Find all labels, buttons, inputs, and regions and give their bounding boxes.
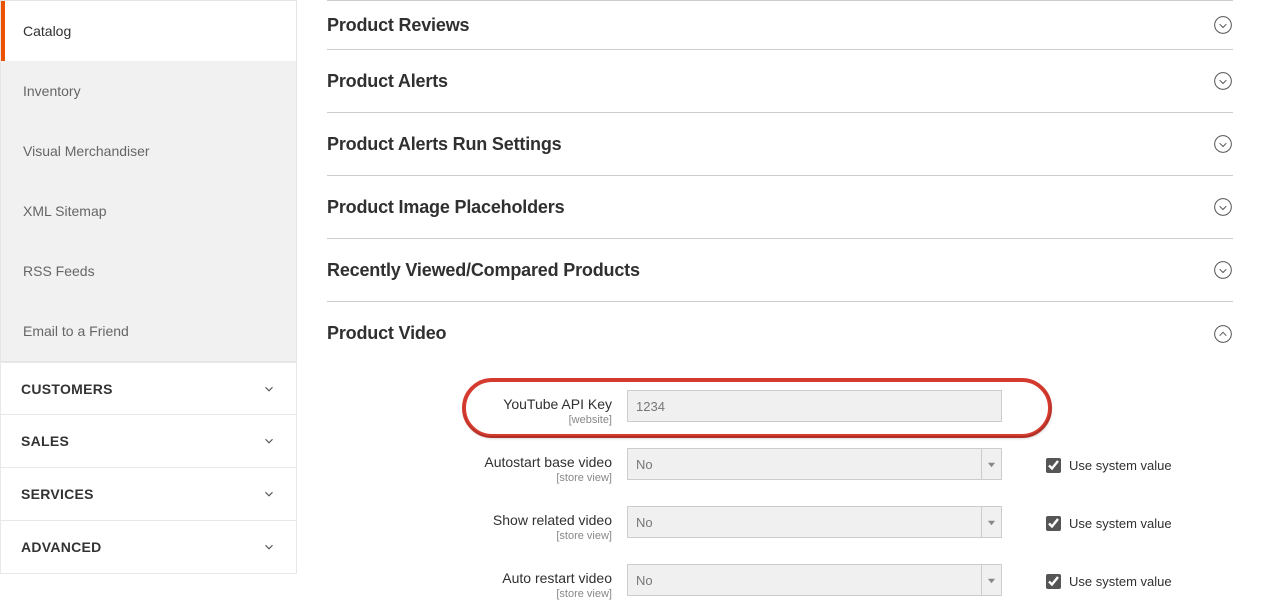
chevron-down-circle-icon bbox=[1213, 197, 1233, 217]
sidebar-item-visual-merchandiser[interactable]: Visual Merchandiser bbox=[1, 121, 296, 181]
use-system-value-restart[interactable]: Use system value bbox=[1042, 564, 1172, 592]
section-title: Product Video bbox=[327, 323, 446, 344]
label-scope: [store view] bbox=[327, 472, 612, 484]
chevron-down-circle-icon bbox=[1213, 15, 1233, 35]
select-value: No bbox=[636, 573, 653, 588]
section-title: Product Reviews bbox=[327, 15, 469, 36]
section-product-image-placeholders[interactable]: Product Image Placeholders bbox=[327, 176, 1233, 239]
autostart-select[interactable]: No bbox=[627, 448, 1002, 480]
chevron-down-circle-icon bbox=[1213, 260, 1233, 280]
sidebar-subnav: Catalog Inventory Visual Merchandiser XM… bbox=[0, 0, 297, 362]
chevron-down-icon bbox=[262, 540, 276, 554]
dropdown-icon bbox=[981, 449, 1001, 479]
sidebar-group-label: SERVICES bbox=[21, 486, 94, 502]
select-value: No bbox=[636, 515, 653, 530]
chevron-down-icon bbox=[262, 382, 276, 396]
chevron-down-icon bbox=[262, 487, 276, 501]
chevron-down-circle-icon bbox=[1213, 134, 1233, 154]
form-row-youtube-api-key: YouTube API Key [website] bbox=[327, 390, 1233, 426]
sidebar-item-catalog[interactable]: Catalog bbox=[1, 1, 296, 61]
sidebar-item-rss-feeds[interactable]: RSS Feeds bbox=[1, 241, 296, 301]
use-system-value-label: Use system value bbox=[1069, 574, 1172, 589]
section-title: Recently Viewed/Compared Products bbox=[327, 260, 640, 281]
product-video-form: YouTube API Key [website] Autostart base… bbox=[327, 390, 1233, 600]
section-product-alerts[interactable]: Product Alerts bbox=[327, 50, 1233, 113]
sidebar-group-advanced[interactable]: ADVANCED bbox=[0, 521, 297, 574]
sidebar-groups: CUSTOMERS SALES SERVICES ADVANCED bbox=[0, 362, 297, 574]
sidebar: Catalog Inventory Visual Merchandiser XM… bbox=[0, 0, 297, 616]
sidebar-item-xml-sitemap[interactable]: XML Sitemap bbox=[1, 181, 296, 241]
form-row-show-related-video: Show related video [store view] No Use s… bbox=[327, 506, 1233, 542]
form-row-autostart-base-video: Autostart base video [store view] No Use… bbox=[327, 448, 1233, 484]
use-system-value-related[interactable]: Use system value bbox=[1042, 506, 1172, 534]
dropdown-icon bbox=[981, 565, 1001, 595]
use-system-value-checkbox[interactable] bbox=[1046, 458, 1061, 473]
form-row-auto-restart-video: Auto restart video [store view] No Use s… bbox=[327, 564, 1233, 600]
section-product-reviews[interactable]: Product Reviews bbox=[327, 0, 1233, 50]
section-recently-viewed-compared-products[interactable]: Recently Viewed/Compared Products bbox=[327, 239, 1233, 302]
section-product-alerts-run-settings[interactable]: Product Alerts Run Settings bbox=[327, 113, 1233, 176]
section-title: Product Alerts bbox=[327, 71, 448, 92]
sidebar-group-label: CUSTOMERS bbox=[21, 381, 113, 397]
section-title: Product Alerts Run Settings bbox=[327, 134, 562, 155]
use-system-value-checkbox[interactable] bbox=[1046, 516, 1061, 531]
sidebar-group-customers[interactable]: CUSTOMERS bbox=[0, 362, 297, 415]
section-title: Product Image Placeholders bbox=[327, 197, 564, 218]
label-auto-restart-video: Auto restart video bbox=[327, 570, 612, 586]
use-system-value-label: Use system value bbox=[1069, 516, 1172, 531]
dropdown-icon bbox=[981, 507, 1001, 537]
chevron-down-icon bbox=[262, 434, 276, 448]
chevron-up-circle-icon bbox=[1213, 324, 1233, 344]
label-scope: [store view] bbox=[327, 530, 612, 542]
label-autostart-base-video: Autostart base video bbox=[327, 454, 612, 470]
use-system-value-checkbox[interactable] bbox=[1046, 574, 1061, 589]
label-scope: [website] bbox=[327, 414, 612, 426]
sidebar-item-inventory[interactable]: Inventory bbox=[1, 61, 296, 121]
youtube-api-key-input[interactable] bbox=[627, 390, 1002, 422]
main-content: Product Reviews Product Alerts Product A… bbox=[297, 0, 1263, 616]
show-related-select[interactable]: No bbox=[627, 506, 1002, 538]
sidebar-group-services[interactable]: SERVICES bbox=[0, 468, 297, 521]
sidebar-group-label: ADVANCED bbox=[21, 539, 102, 555]
sidebar-item-email-to-a-friend[interactable]: Email to a Friend bbox=[1, 301, 296, 361]
auto-restart-select[interactable]: No bbox=[627, 564, 1002, 596]
label-youtube-api-key: YouTube API Key bbox=[327, 396, 612, 412]
use-system-value-label: Use system value bbox=[1069, 458, 1172, 473]
sidebar-group-sales[interactable]: SALES bbox=[0, 415, 297, 468]
select-value: No bbox=[636, 457, 653, 472]
label-show-related-video: Show related video bbox=[327, 512, 612, 528]
section-product-video[interactable]: Product Video bbox=[327, 302, 1233, 365]
chevron-down-circle-icon bbox=[1213, 71, 1233, 91]
sidebar-group-label: SALES bbox=[21, 433, 69, 449]
use-system-value-autostart[interactable]: Use system value bbox=[1042, 448, 1172, 476]
label-scope: [store view] bbox=[327, 588, 612, 600]
